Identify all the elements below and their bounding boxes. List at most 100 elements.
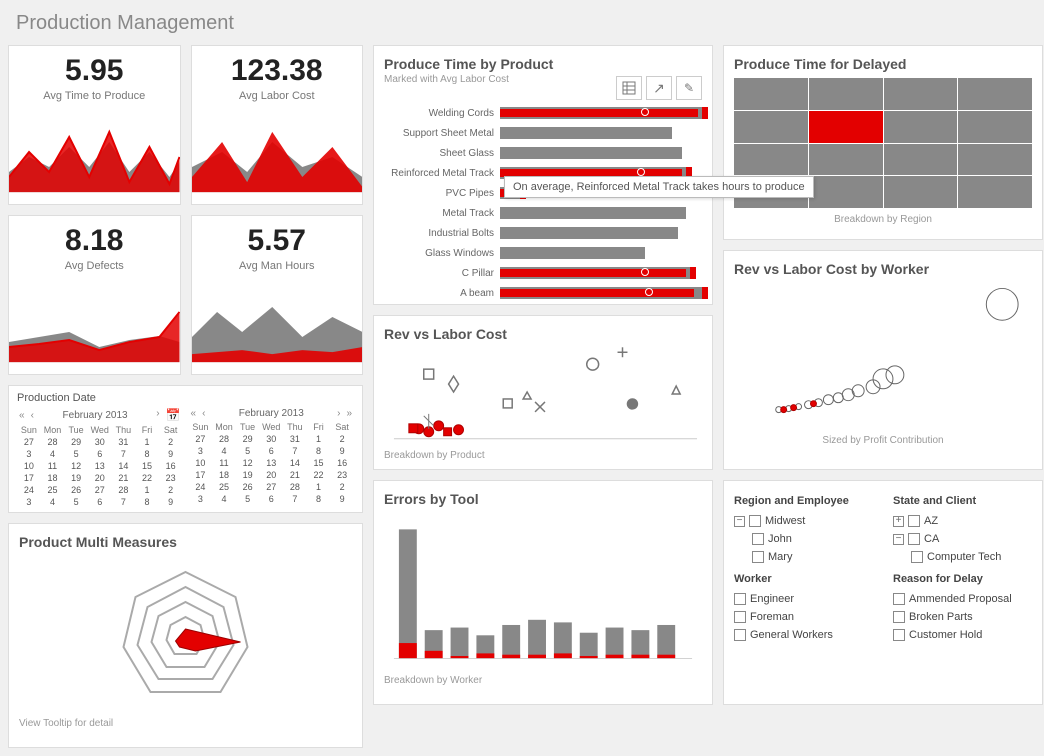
bar-row[interactable]: C Pillar bbox=[384, 263, 702, 283]
checkbox[interactable] bbox=[734, 593, 746, 605]
calendar-day[interactable]: 9 bbox=[159, 448, 183, 460]
calendar-day[interactable]: 27 bbox=[259, 481, 283, 493]
calendar-day[interactable]: 4 bbox=[41, 448, 65, 460]
calendar-day[interactable]: 17 bbox=[189, 469, 213, 481]
calendar-icon[interactable]: 📅 bbox=[164, 408, 183, 422]
calendar-day[interactable]: 28 bbox=[112, 484, 136, 496]
calendar-day[interactable]: 26 bbox=[64, 484, 88, 496]
filter-row[interactable]: Broken Parts bbox=[893, 611, 1032, 623]
checkbox[interactable] bbox=[893, 611, 905, 623]
calendar-day[interactable]: 1 bbox=[135, 484, 159, 496]
calendar-day[interactable]: 12 bbox=[64, 460, 88, 472]
calendar-day[interactable]: 9 bbox=[159, 496, 183, 508]
calendar-day[interactable]: 29 bbox=[236, 433, 260, 445]
calendar-day[interactable]: 2 bbox=[330, 433, 354, 445]
bar-row[interactable]: Metal Track bbox=[384, 203, 702, 223]
calendar-day[interactable]: 13 bbox=[259, 457, 283, 469]
filter-row[interactable]: Mary bbox=[752, 551, 873, 563]
calendar-day[interactable]: 8 bbox=[135, 448, 159, 460]
calendar-day[interactable]: 7 bbox=[112, 496, 136, 508]
cal-prev-icon[interactable]: ‹ bbox=[200, 408, 207, 419]
filter-row[interactable]: +AZ bbox=[893, 515, 1032, 527]
calendar-day[interactable]: 22 bbox=[135, 472, 159, 484]
checkbox[interactable] bbox=[908, 533, 920, 545]
calendar-day[interactable]: 23 bbox=[330, 469, 354, 481]
bar-row[interactable]: Welding Cords bbox=[384, 103, 702, 123]
calendar-day[interactable]: 3 bbox=[189, 493, 213, 505]
calendar-day[interactable]: 1 bbox=[307, 481, 331, 493]
filter-row[interactable]: Computer Tech bbox=[911, 551, 1032, 563]
cal-first-icon[interactable]: « bbox=[17, 410, 27, 421]
rev-vs-labor-worker-card[interactable]: Rev vs Labor Cost by Worker Sized by Pro… bbox=[723, 250, 1043, 470]
calendar-day[interactable]: 13 bbox=[88, 460, 112, 472]
calendar-day[interactable]: 24 bbox=[17, 484, 41, 496]
checkbox[interactable] bbox=[893, 593, 905, 605]
cal-last-icon[interactable]: » bbox=[344, 408, 354, 419]
checkbox[interactable] bbox=[908, 515, 920, 527]
calendar-day[interactable]: 19 bbox=[236, 469, 260, 481]
filter-row[interactable]: General Workers bbox=[734, 629, 873, 641]
calendar-day[interactable]: 10 bbox=[17, 460, 41, 472]
production-date-filter[interactable]: Production Date «‹ February 2013 ›📅 SunM… bbox=[8, 385, 363, 513]
filter-row[interactable]: Foreman bbox=[734, 611, 873, 623]
calendar-day[interactable]: 8 bbox=[307, 445, 331, 457]
produce-time-delayed-card[interactable]: Produce Time for Delayed Breakdown by Re… bbox=[723, 45, 1043, 240]
calendar-day[interactable]: 20 bbox=[88, 472, 112, 484]
calendar-day[interactable]: 31 bbox=[112, 436, 136, 448]
collapse-icon[interactable]: − bbox=[893, 534, 904, 545]
filter-row[interactable]: Customer Hold bbox=[893, 629, 1032, 641]
calendar-day[interactable]: 1 bbox=[135, 436, 159, 448]
calendar-day[interactable]: 4 bbox=[212, 445, 236, 457]
data-grid-button[interactable] bbox=[616, 76, 642, 100]
calendar-day[interactable]: 11 bbox=[41, 460, 65, 472]
checkbox[interactable] bbox=[752, 551, 764, 563]
calendar-day[interactable]: 25 bbox=[41, 484, 65, 496]
edit-button[interactable]: ✎ bbox=[676, 76, 702, 100]
calendar-day[interactable]: 3 bbox=[189, 445, 213, 457]
bar-row[interactable]: Industrial Bolts bbox=[384, 223, 702, 243]
calendar-day[interactable]: 27 bbox=[189, 433, 213, 445]
calendar-day[interactable]: 17 bbox=[17, 472, 41, 484]
calendar-day[interactable]: 30 bbox=[259, 433, 283, 445]
filter-row[interactable]: Ammended Proposal bbox=[893, 593, 1032, 605]
kpi-card-avg-time[interactable]: 5.95 Avg Time to Produce bbox=[8, 45, 181, 205]
calendar-day[interactable]: 14 bbox=[112, 460, 136, 472]
calendar-day[interactable]: 27 bbox=[88, 484, 112, 496]
checkbox[interactable] bbox=[752, 533, 764, 545]
calendar-day[interactable]: 28 bbox=[41, 436, 65, 448]
expand-icon[interactable]: + bbox=[893, 516, 904, 527]
calendar-day[interactable]: 15 bbox=[135, 460, 159, 472]
produce-time-product-card[interactable]: Produce Time by Product Marked with Avg … bbox=[373, 45, 713, 305]
calendar-day[interactable]: 10 bbox=[189, 457, 213, 469]
kpi-card-avg-defects[interactable]: 8.18 Avg Defects bbox=[8, 215, 181, 375]
calendar-day[interactable]: 18 bbox=[212, 469, 236, 481]
filter-row[interactable]: Engineer bbox=[734, 593, 873, 605]
calendar-day[interactable]: 2 bbox=[159, 484, 183, 496]
bar-row[interactable]: Glass Windows bbox=[384, 243, 702, 263]
calendar-day[interactable]: 12 bbox=[236, 457, 260, 469]
checkbox[interactable] bbox=[734, 629, 746, 641]
checkbox[interactable] bbox=[749, 515, 761, 527]
calendar-day[interactable]: 8 bbox=[307, 493, 331, 505]
calendar-day[interactable]: 2 bbox=[330, 481, 354, 493]
calendar-day[interactable]: 6 bbox=[259, 493, 283, 505]
calendar-day[interactable]: 7 bbox=[283, 445, 307, 457]
calendar-day[interactable]: 16 bbox=[330, 457, 354, 469]
bar-row[interactable]: A beam bbox=[384, 283, 702, 303]
calendar-day[interactable]: 26 bbox=[236, 481, 260, 493]
calendar-day[interactable]: 21 bbox=[283, 469, 307, 481]
calendar-day[interactable]: 9 bbox=[330, 493, 354, 505]
checkbox[interactable] bbox=[911, 551, 923, 563]
cal-next-icon[interactable]: › bbox=[154, 408, 161, 422]
calendar-day[interactable]: 31 bbox=[283, 433, 307, 445]
calendar-day[interactable]: 14 bbox=[283, 457, 307, 469]
calendar-day[interactable]: 16 bbox=[159, 460, 183, 472]
checkbox[interactable] bbox=[893, 629, 905, 641]
calendar-day[interactable]: 2 bbox=[159, 436, 183, 448]
calendar-day[interactable]: 6 bbox=[88, 448, 112, 460]
calendar-day[interactable]: 28 bbox=[212, 433, 236, 445]
calendar-day[interactable]: 5 bbox=[64, 496, 88, 508]
cal-prev-icon[interactable]: ‹ bbox=[29, 410, 36, 421]
calendar-day[interactable]: 18 bbox=[41, 472, 65, 484]
expand-button[interactable]: ↗ bbox=[646, 76, 672, 100]
